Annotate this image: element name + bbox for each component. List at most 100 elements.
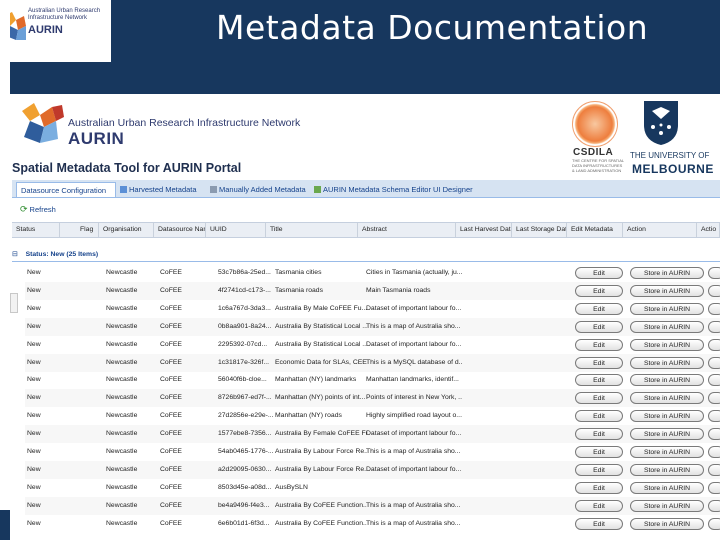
table-row[interactable]: New Newcastle CoFEE 56040f6b-cloe... Manhatt… — [25, 371, 720, 389]
store-in-aurin-button[interactable]: Store in AURIN — [630, 356, 704, 369]
col-status[interactable]: Status — [12, 223, 60, 237]
col-abstract[interactable]: Abstract — [358, 223, 456, 237]
edit-button[interactable]: Edit — [575, 481, 623, 494]
table-row[interactable]: New Newcastle CoFEE 4f2741cd-c173-... Tasman… — [25, 281, 720, 300]
col-last-storage[interactable]: Last Storage Date/ — [512, 223, 567, 237]
col-flag[interactable]: Flag — [76, 223, 99, 237]
store-in-aurin-button[interactable]: Store in AURIN — [630, 446, 704, 458]
table-row[interactable]: New Newcastle CoFEE 0b8aa901-8a24... Austral… — [25, 317, 720, 336]
cell-status: New — [27, 286, 41, 294]
cell-title: AusBySLN — [275, 483, 308, 491]
extra-action-button[interactable] — [708, 267, 720, 279]
store-in-aurin-button[interactable]: Store in AURIN — [630, 284, 704, 297]
store-in-aurin-button[interactable]: Store in AURIN — [630, 428, 704, 441]
cell-status: New — [27, 448, 41, 455]
table-row[interactable]: New Newcastle CoFEE a2d29095-0630... Austral… — [25, 460, 720, 479]
extra-action-button[interactable] — [708, 338, 720, 351]
table-row[interactable]: New Newcastle CoFEE 1c31817e-326f... Economi… — [25, 353, 720, 372]
table-row[interactable]: New Newcastle CoFEE be4a9496-f4e3... Austral… — [25, 496, 720, 515]
cell-abstract: Dataset of important labour fo... — [366, 304, 462, 312]
extra-action-button[interactable] — [708, 428, 720, 441]
tab-schema-editor[interactable]: AURIN Metadata Schema Editor UI Designer — [310, 182, 473, 197]
edit-button[interactable]: Edit — [575, 320, 623, 333]
store-in-aurin-button[interactable]: Store in AURIN — [630, 410, 704, 423]
cell-org: Newcastle — [106, 304, 138, 312]
table-row[interactable]: New Newcastle CoFEE 6e6b01d1-6f3d... Austral… — [25, 515, 720, 533]
cell-org: Newcastle — [106, 501, 138, 509]
extra-action-button[interactable] — [708, 410, 720, 423]
extra-action-button[interactable] — [708, 320, 720, 333]
store-in-aurin-button[interactable]: Store in AURIN — [630, 302, 704, 315]
edit-button[interactable]: Edit — [575, 499, 623, 512]
edit-button[interactable]: Edit — [575, 338, 623, 351]
grid-header: Status Flag Organisation Datasource Name… — [12, 222, 720, 238]
edit-button[interactable]: Edit — [575, 302, 623, 315]
table-row[interactable]: New Newcastle CoFEE 1577ebe8-7356... Austral… — [25, 425, 720, 444]
edit-button[interactable]: Edit — [575, 356, 623, 369]
extra-action-button[interactable] — [708, 463, 720, 476]
extra-action-button[interactable] — [708, 446, 720, 458]
table-row[interactable]: New Newcastle CoFEE 8726b967-ed7f-... Manhat… — [25, 389, 720, 408]
store-in-aurin-button[interactable]: Store in AURIN — [630, 463, 704, 476]
extra-action-button[interactable] — [708, 284, 720, 297]
edit-button[interactable]: Edit — [575, 392, 623, 405]
csdila-logo-icon — [572, 101, 618, 147]
cell-title: Australia By Statistical Local ... — [275, 322, 367, 330]
table-row[interactable]: New Newcastle CoFEE 2295392-07cd... Australi… — [25, 336, 720, 354]
cell-org: Newcastle — [106, 269, 138, 276]
cell-ds: CoFEE — [160, 286, 182, 294]
table-row[interactable]: New Newcastle CoFEE 1c6a767d-3da3... Austral… — [25, 300, 720, 318]
store-in-aurin-button[interactable]: Store in AURIN — [630, 481, 704, 494]
col-edit-metadata[interactable]: Edit Metadata — [567, 223, 623, 237]
store-in-aurin-button[interactable]: Store in AURIN — [630, 267, 704, 279]
table-row[interactable]: New Newcastle CoFEE 8503d45e-a08d... AusBySL… — [25, 479, 720, 497]
cell-org: Newcastle — [106, 286, 138, 294]
extra-action-button[interactable] — [708, 392, 720, 405]
store-in-aurin-button[interactable]: Store in AURIN — [630, 320, 704, 333]
tab-datasource-configuration[interactable]: Datasource Configuration — [16, 182, 116, 197]
manual-icon — [210, 186, 217, 193]
table-row[interactable]: New Newcastle CoFEE 53c7b86a-25ed... Tasmani… — [25, 264, 720, 282]
refresh-button[interactable]: ⟳ Refresh — [20, 204, 56, 215]
edit-button[interactable]: Edit — [575, 428, 623, 441]
col-last-harvest[interactable]: Last Harvest Date/ — [456, 223, 512, 237]
cell-abstract: Dataset of important labour fo... — [366, 430, 462, 438]
table-row[interactable]: New Newcastle CoFEE 54ab0465-1776-... Austra… — [25, 443, 720, 461]
edit-button[interactable]: Edit — [575, 446, 623, 458]
col-datasource[interactable]: Datasource Name — [154, 223, 206, 237]
edit-button[interactable]: Edit — [575, 374, 623, 387]
side-panel-edge — [10, 293, 18, 313]
extra-action-button[interactable] — [708, 356, 720, 369]
edit-button[interactable]: Edit — [575, 517, 623, 530]
cell-abstract: This is a map of Australia sho... — [366, 501, 461, 509]
store-in-aurin-button[interactable]: Store in AURIN — [630, 499, 704, 512]
tab-manually-added-metadata[interactable]: Manually Added Metadata — [206, 182, 310, 197]
store-in-aurin-button[interactable]: Store in AURIN — [630, 392, 704, 405]
col-action-2[interactable]: Actio — [697, 223, 720, 237]
extra-action-button[interactable] — [708, 302, 720, 315]
edit-button[interactable]: Edit — [575, 410, 623, 423]
cell-abstract: This is a MySQL database of d... — [366, 358, 462, 366]
harvest-icon — [120, 186, 127, 193]
aurin-small-logo: Australian Urban Research Infrastructure… — [0, 0, 111, 62]
cell-abstract: Dataset of important labour fo... — [366, 465, 462, 473]
cell-abstract: Main Tasmania roads — [366, 286, 431, 294]
col-title[interactable]: Title — [266, 223, 358, 237]
edit-button[interactable]: Edit — [575, 463, 623, 476]
edit-button[interactable]: Edit — [575, 284, 623, 297]
extra-action-button[interactable] — [708, 481, 720, 494]
extra-action-button[interactable] — [708, 517, 720, 530]
tab-harvested-metadata[interactable]: Harvested Metadata — [116, 182, 206, 197]
table-row[interactable]: New Newcastle CoFEE 27d2856e-e29e-... Manhat… — [25, 407, 720, 425]
cell-ds: CoFEE — [160, 430, 182, 438]
col-organisation[interactable]: Organisation — [99, 223, 154, 237]
store-in-aurin-button[interactable]: Store in AURIN — [630, 517, 704, 530]
store-in-aurin-button[interactable]: Store in AURIN — [630, 338, 704, 351]
edit-button[interactable]: Edit — [575, 267, 623, 279]
extra-action-button[interactable] — [708, 374, 720, 387]
col-action[interactable]: Action — [623, 223, 697, 237]
group-header[interactable]: ⊟ Status: New (25 Items) — [12, 249, 720, 262]
store-in-aurin-button[interactable]: Store in AURIN — [630, 374, 704, 387]
extra-action-button[interactable] — [708, 499, 720, 512]
col-uuid[interactable]: UUID — [206, 223, 266, 237]
